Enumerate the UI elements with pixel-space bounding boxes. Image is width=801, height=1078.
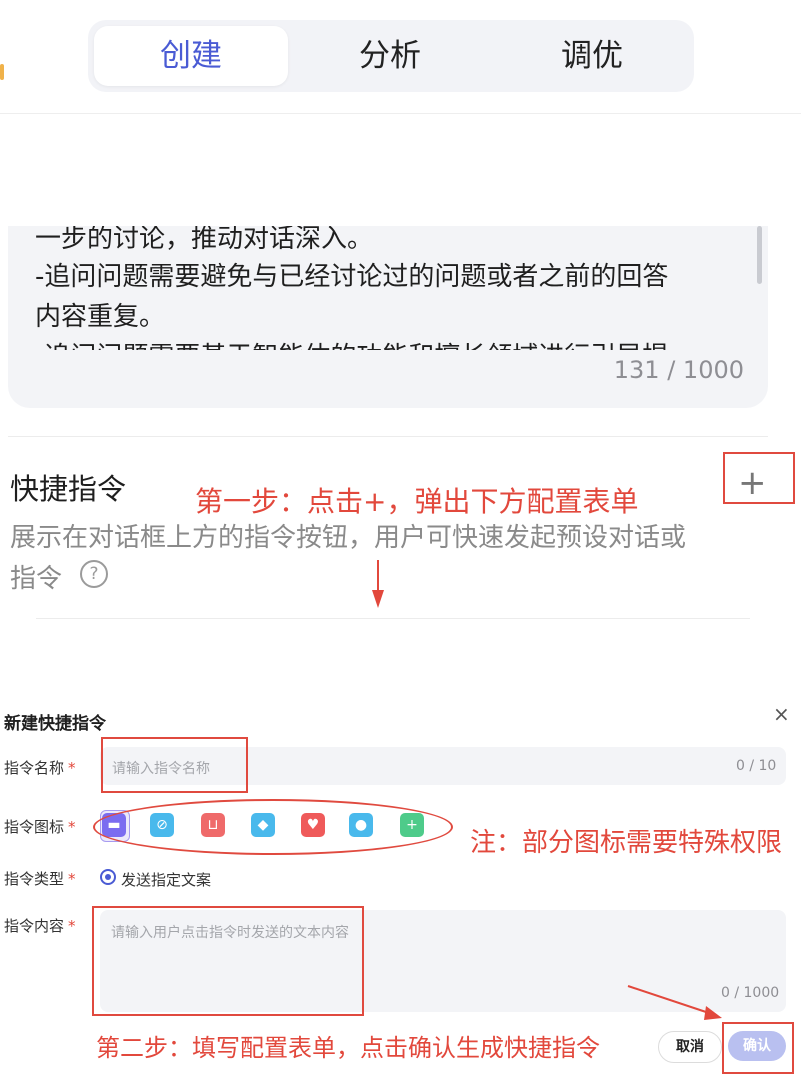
- annotation-ellipse: [93, 799, 453, 855]
- section-description: 指令: [10, 564, 63, 594]
- name-char-counter: 0 / 10: [736, 758, 777, 774]
- prompt-char-counter: 131 / 1000: [613, 356, 744, 384]
- icon-label: 指令图标 *: [4, 818, 76, 836]
- annotation-note: 注：部分图标需要特殊权限: [470, 828, 783, 858]
- radio-label: 发送指定文案: [121, 871, 212, 889]
- radio-dot: [105, 874, 111, 880]
- left-accent-mark: [0, 64, 4, 80]
- content-label: 指令内容 *: [4, 917, 76, 935]
- arrow-down-annotation: [372, 560, 384, 608]
- prompt-textarea[interactable]: 一步的讨论，推动对话深入。 -追问问题需要避免与已经讨论过的问题或者之前的回答 …: [8, 226, 768, 408]
- prompt-line: 一步的讨论，推动对话深入。: [35, 226, 374, 254]
- annotation-highlight-box: [101, 737, 248, 793]
- dialog-title: 新建快捷指令: [4, 714, 106, 734]
- question-circle-icon[interactable]: ?: [80, 560, 108, 588]
- tab-tune[interactable]: 调优: [494, 26, 690, 86]
- cancel-button[interactable]: 取消: [658, 1031, 722, 1063]
- tab-analyze[interactable]: 分析: [292, 26, 488, 86]
- prompt-scrollbar[interactable]: [757, 226, 762, 284]
- tab-bar: 创建 分析 调优: [88, 20, 694, 92]
- section-title: 快捷指令: [10, 472, 127, 506]
- divider: [8, 436, 768, 437]
- annotation-step1: 第一步：点击+，弹出下方配置表单: [195, 485, 639, 518]
- type-label: 指令类型 *: [4, 870, 76, 888]
- prompt-line: 内容重复。: [35, 302, 166, 332]
- annotation-step2: 第二步：填写配置表单，点击确认生成快捷指令: [96, 1034, 600, 1062]
- name-label: 指令名称 *: [4, 759, 76, 777]
- content-char-counter: 0 / 1000: [721, 985, 780, 1001]
- annotation-highlight-box: [723, 452, 795, 504]
- annotation-highlight-box: [722, 1022, 794, 1074]
- prompt-line: -追问问题需要避免与已经讨论过的问题或者之前的回答: [35, 262, 669, 292]
- arrow-annotation: [627, 985, 722, 1020]
- annotation-highlight-box: [92, 906, 364, 1016]
- prompt-line: -追问问题需要基于智能体的功能和擅长领域进行引导提: [35, 342, 669, 372]
- divider: [36, 618, 750, 619]
- section-description: 展示在对话框上方的指令按钮，用户可快速发起预设对话或: [10, 523, 687, 553]
- close-icon[interactable]: ×: [773, 702, 790, 726]
- tab-create[interactable]: 创建: [94, 26, 288, 86]
